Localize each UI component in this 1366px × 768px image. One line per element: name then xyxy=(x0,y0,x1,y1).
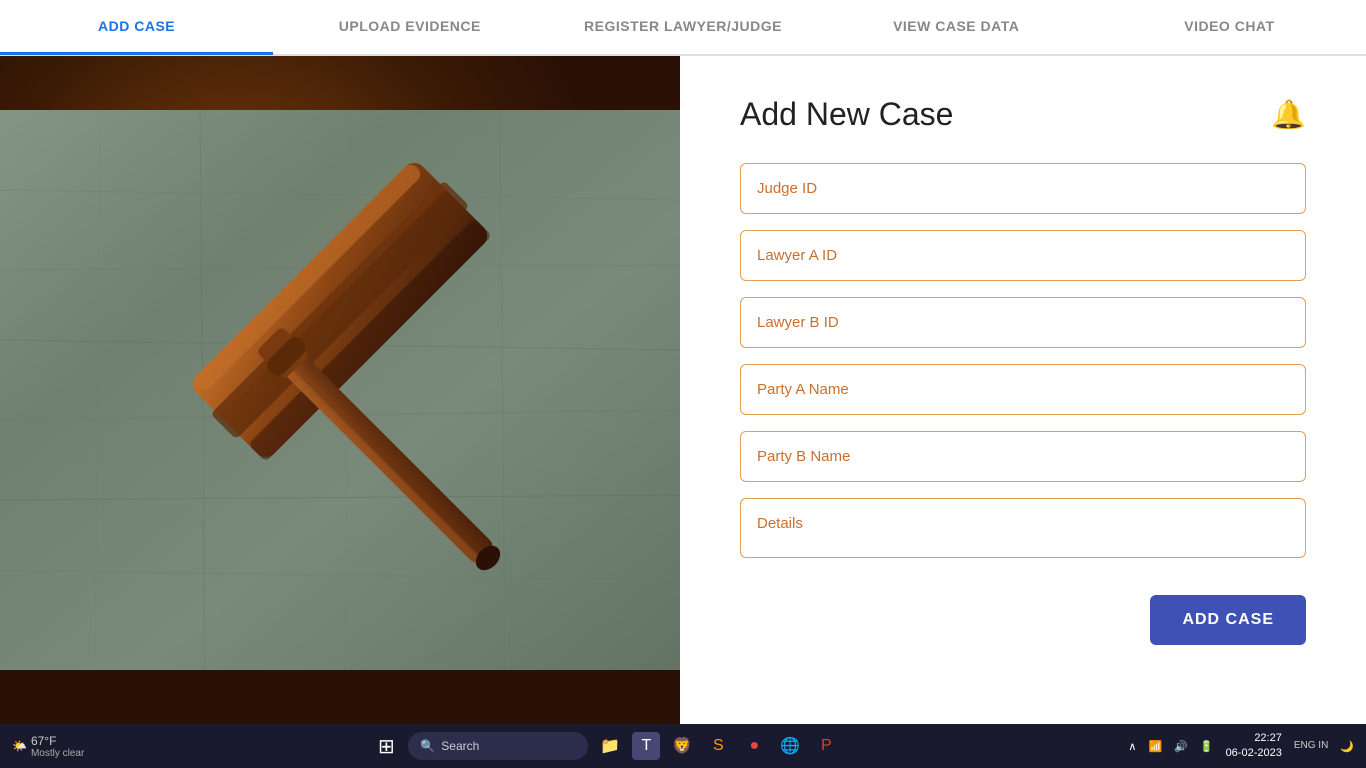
taskbar: 🌤️ 67°F Mostly clear ⊞ 🔍 Search 📁 T 🦁 S … xyxy=(0,724,1366,768)
current-date: 06-02-2023 xyxy=(1226,746,1282,761)
nav-upload-evidence[interactable]: UPLOAD EVIDENCE xyxy=(273,0,546,55)
weather-desc: Mostly clear xyxy=(31,748,84,759)
taskbar-search[interactable]: 🔍 Search xyxy=(408,732,588,760)
search-label: Search xyxy=(441,739,479,753)
form-title: Add New Case xyxy=(740,96,953,133)
party-b-name-group xyxy=(740,431,1306,482)
clock: 22:27 06-02-2023 xyxy=(1226,731,1282,762)
taskbar-edge[interactable]: 🌐 xyxy=(776,732,804,760)
gavel-image xyxy=(0,56,680,724)
taskbar-ppt[interactable]: P xyxy=(812,732,840,760)
taskbar-left: 🌤️ 67°F Mostly clear xyxy=(12,734,84,759)
taskbar-tableplus[interactable]: S xyxy=(704,732,732,760)
volume-icon: 🔊 xyxy=(1174,740,1188,753)
taskbar-right: ∧ 📶 🔊 🔋 22:27 06-02-2023 ENG IN 🌙 xyxy=(1128,731,1354,762)
details-group xyxy=(740,498,1306,563)
judge-id-input[interactable] xyxy=(740,163,1306,214)
system-tray: ∧ xyxy=(1128,740,1136,753)
lawyer-b-id-group xyxy=(740,297,1306,348)
taskbar-teams[interactable]: T xyxy=(632,732,660,760)
main-content: Add New Case 🔔 ADD CASE xyxy=(0,56,1366,724)
search-icon: 🔍 xyxy=(420,739,435,753)
taskbar-center: ⊞ 🔍 Search 📁 T 🦁 S ● 🌐 P xyxy=(92,732,1120,760)
notification-bell-icon[interactable]: 🔔 xyxy=(1271,98,1306,131)
hero-image-panel xyxy=(0,56,680,724)
judge-id-group xyxy=(740,163,1306,214)
navigation: ADD CASE UPLOAD EVIDENCE REGISTER LAWYER… xyxy=(0,0,1366,56)
lawyer-b-id-input[interactable] xyxy=(740,297,1306,348)
taskbar-files[interactable]: 📁 xyxy=(596,732,624,760)
battery-icon: 🔋 xyxy=(1200,740,1214,753)
weather-icon: 🌤️ xyxy=(12,739,27,753)
nav-add-case[interactable]: ADD CASE xyxy=(0,0,273,55)
taskbar-app1[interactable]: ● xyxy=(740,732,768,760)
nav-view-case-data[interactable]: VIEW CASE DATA xyxy=(820,0,1093,55)
notification-center[interactable]: 🌙 xyxy=(1340,740,1354,753)
lawyer-a-id-group xyxy=(740,230,1306,281)
network-icon: 📶 xyxy=(1148,740,1162,753)
party-a-name-group xyxy=(740,364,1306,415)
weather-temp: 67°F xyxy=(31,734,84,748)
details-input[interactable] xyxy=(740,498,1306,558)
lawyer-a-id-input[interactable] xyxy=(740,230,1306,281)
party-b-name-input[interactable] xyxy=(740,431,1306,482)
language-indicator: ENG IN xyxy=(1294,740,1328,752)
nav-register-lawyer-judge[interactable]: REGISTER LAWYER/JUDGE xyxy=(546,0,819,55)
form-panel: Add New Case 🔔 ADD CASE xyxy=(680,56,1366,724)
add-case-button[interactable]: ADD CASE xyxy=(1150,595,1306,645)
party-a-name-input[interactable] xyxy=(740,364,1306,415)
windows-start-button[interactable]: ⊞ xyxy=(372,732,400,760)
weather-widget: 🌤️ 67°F Mostly clear xyxy=(12,734,84,759)
taskbar-brave[interactable]: 🦁 xyxy=(668,732,696,760)
current-time: 22:27 xyxy=(1226,731,1282,746)
nav-video-chat[interactable]: VIDEO CHAT xyxy=(1093,0,1366,55)
form-header: Add New Case 🔔 xyxy=(740,96,1306,133)
